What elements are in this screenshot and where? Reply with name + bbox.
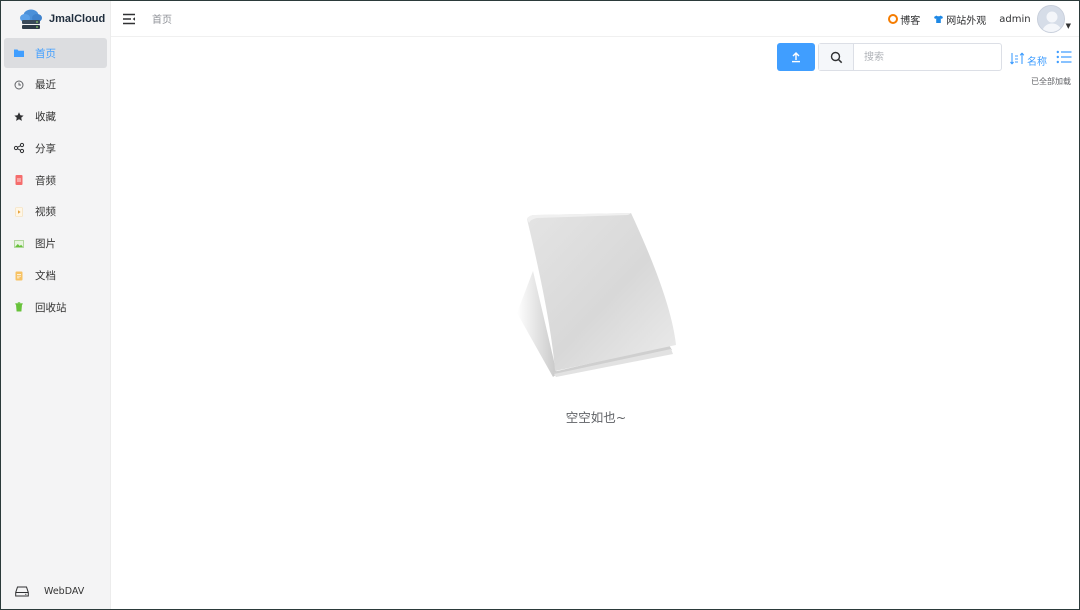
sidebar-item-label: 最近 <box>35 79 56 92</box>
sidebar-item-label: 文档 <box>35 270 56 283</box>
sidebar-item-documents[interactable]: 文档 <box>4 261 107 291</box>
sidebar-item-label: 图片 <box>35 238 56 251</box>
avatar[interactable] <box>1036 5 1065 33</box>
sidebar-item-label: 收藏 <box>35 111 56 124</box>
blog-label: 博客 <box>900 15 921 27</box>
chevron-down-icon[interactable]: ▼ <box>1066 22 1071 30</box>
share-icon <box>13 143 25 154</box>
sidebar-nav: 首页 最近 收藏 分享 音频 视频 图片 文档 回收站 <box>1 38 110 322</box>
upload-button[interactable] <box>777 43 815 71</box>
breadcrumb[interactable]: 首页 <box>152 11 172 26</box>
sidebar-item-label: 首页 <box>35 47 56 60</box>
user-avatar-icon <box>1037 6 1064 32</box>
menu-toggle-icon[interactable] <box>122 13 136 25</box>
sidebar: JmalCloud 首页 最近 收藏 分享 音频 视频 图片 文档 回收站 We… <box>1 1 111 609</box>
sidebar-item-video[interactable]: 视频 <box>4 197 107 227</box>
site-appearance-link[interactable]: 网站外观 <box>933 12 986 27</box>
sidebar-item-audio[interactable]: 音频 <box>4 165 107 195</box>
sidebar-item-images[interactable]: 图片 <box>4 229 107 259</box>
star-icon <box>14 111 24 121</box>
image-icon <box>14 239 24 248</box>
upload-icon <box>792 52 800 63</box>
sidebar-item-home[interactable]: 首页 <box>4 38 107 68</box>
sidebar-item-label: 视频 <box>35 206 56 219</box>
blog-icon <box>888 14 899 24</box>
app-logo[interactable]: JmalCloud <box>1 1 110 37</box>
site-appearance-label: 网站外观 <box>946 15 987 27</box>
search-input[interactable] <box>854 44 1001 70</box>
webdav-link[interactable]: WebDAV <box>1 579 111 603</box>
app-name: JmalCloud <box>49 13 106 25</box>
search-icon <box>830 51 842 63</box>
folder-icon <box>14 49 24 57</box>
sidebar-item-favorites[interactable]: 收藏 <box>4 102 107 132</box>
audio-file-icon <box>15 175 23 186</box>
sort-by-name-button[interactable]: 名称 <box>1010 49 1047 68</box>
username[interactable]: admin <box>999 14 1030 25</box>
top-header: 首页 博客 网站外观 admin ▼ <box>111 1 1079 37</box>
sort-icon <box>1010 52 1025 65</box>
document-icon <box>15 271 23 281</box>
sort-label: 名称 <box>1027 57 1047 68</box>
load-status: 已全部加载 <box>1031 77 1071 86</box>
search-box <box>818 43 1002 71</box>
clock-icon <box>14 80 24 90</box>
sidebar-item-trash[interactable]: 回收站 <box>4 292 107 322</box>
blog-link[interactable]: 博客 <box>888 12 920 27</box>
header-actions: 博客 网站外观 admin ▼ <box>888 1 1071 37</box>
cloud-logo-icon <box>20 9 42 29</box>
webdav-label: WebDAV <box>44 585 85 597</box>
sidebar-item-recent[interactable]: 最近 <box>4 70 107 100</box>
shirt-icon <box>934 15 944 23</box>
video-file-icon <box>15 207 23 217</box>
sidebar-item-label: 分享 <box>35 142 56 155</box>
empty-state-text: 空空如也~ <box>565 410 627 425</box>
sidebar-item-label: 回收站 <box>35 301 67 314</box>
search-button[interactable] <box>819 44 854 70</box>
empty-paper-illustration <box>517 213 676 377</box>
sidebar-item-share[interactable]: 分享 <box>4 133 107 163</box>
drive-icon <box>15 586 29 596</box>
trash-icon <box>15 302 23 312</box>
sidebar-item-label: 音频 <box>35 174 56 187</box>
list-view-icon[interactable] <box>1056 50 1072 64</box>
